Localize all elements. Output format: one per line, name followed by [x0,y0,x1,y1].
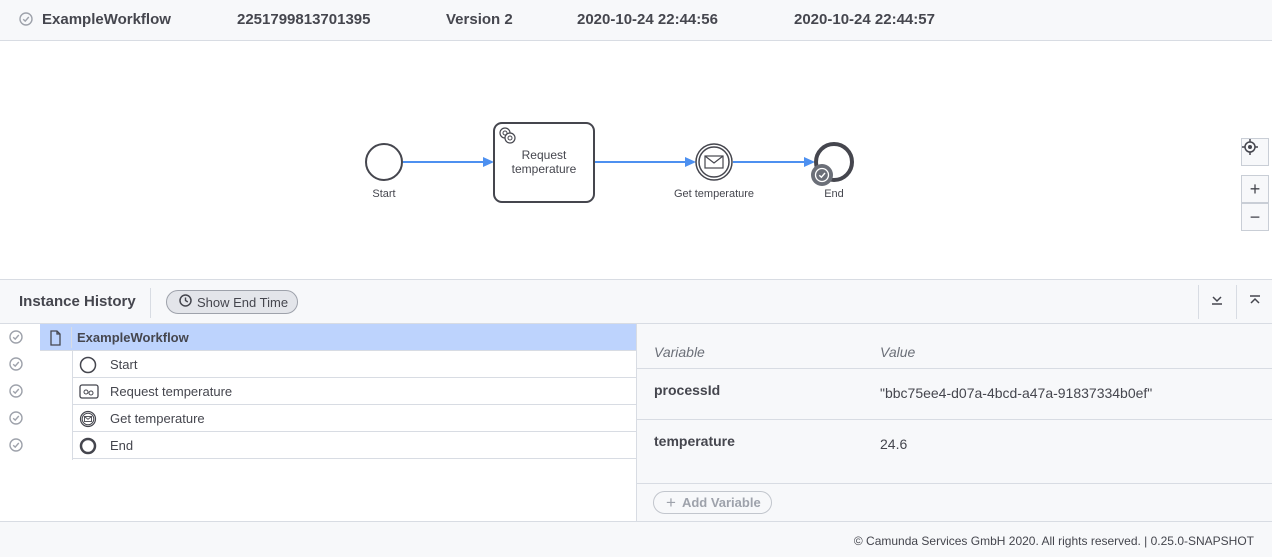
completed-state-icon [9,411,23,430]
expand-panel-button[interactable] [1236,285,1272,319]
start-event[interactable] [365,143,403,181]
variables-panel: Variable Value processId "bbc75ee4-d07a-… [637,324,1272,521]
end-event-icon [79,437,97,460]
reset-diagram-button[interactable] [1241,138,1269,166]
instance-header: ExampleWorkflow 2251799813701395 Version… [0,0,1272,41]
show-end-time-button[interactable]: Show End Time [166,290,298,314]
copyright-text: © Camunda Services GmbH 2020. All rights… [853,534,1254,548]
variable-name: processId [654,382,721,398]
workflow-version: Version 2 [446,11,513,28]
tree-row-task[interactable]: Request temperature [0,378,636,405]
add-variable-label: Add Variable [681,495,761,510]
instance-history-tree: ExampleWorkflow Start Request temperatur… [0,324,637,521]
start-date: 2020-10-24 22:44:56 [577,11,718,28]
tree-node-label: Get temperature [110,411,205,426]
instance-id: 2251799813701395 [237,11,371,28]
tree-node-label: Request temperature [110,384,233,399]
instance-history-header: Instance History Show End Time [0,279,1272,324]
tree-node-message[interactable]: Get temperature [73,405,636,432]
variable-name: temperature [654,433,735,449]
page-footer: © Camunda Services GmbH 2020. All rights… [0,521,1272,557]
tree-row-message[interactable]: Get temperature [0,405,636,432]
service-task-label-line1: Request [522,148,567,162]
completed-state-icon [9,357,23,376]
expand-up-icon [1249,293,1261,311]
tree-node-end[interactable]: End [73,432,636,459]
plus-icon: + [666,493,676,512]
sequence-flow [733,157,815,167]
tree-node-label: Start [110,357,138,372]
workflow-name: ExampleWorkflow [42,11,171,28]
variable-row: temperature 24.6 [637,419,1272,470]
tree-row-workflow[interactable]: ExampleWorkflow [0,324,636,351]
end-event-label: End [824,188,844,200]
collapse-panel-button[interactable] [1198,285,1234,319]
tree-node-workflow[interactable]: ExampleWorkflow [40,324,636,351]
envelope-icon [704,155,724,169]
zoom-in-button[interactable]: + [1241,175,1269,203]
divider [71,327,72,348]
divider [150,288,151,318]
tree-row-end[interactable]: End [0,432,636,459]
document-icon [46,329,64,352]
bpmn-diagram[interactable]: Start Request temperature Get temperatur… [0,41,1272,279]
variables-table-header: Variable Value [637,324,1272,368]
tree-node-label: End [110,438,134,453]
zoom-out-button[interactable]: − [1241,203,1269,231]
task-icon [79,384,99,404]
start-event-icon [79,356,97,379]
sequence-flow [403,157,494,167]
completed-state-icon [19,12,33,31]
tree-node-start[interactable]: Start [73,351,636,378]
end-date: 2020-10-24 22:44:57 [794,11,935,28]
service-task-label-line2: temperature [512,162,577,176]
start-event-label: Start [372,188,395,200]
add-variable-button[interactable]: + Add Variable [653,491,772,514]
message-event-icon [79,410,97,433]
completed-state-icon [9,438,23,457]
tree-node-task[interactable]: Request temperature [73,378,636,405]
sequence-flow [595,157,696,167]
variables-footer: + Add Variable [637,483,1272,521]
message-catch-event[interactable] [695,143,733,181]
completed-badge-icon [811,164,833,186]
tree-node-label: ExampleWorkflow [77,330,189,345]
completed-state-icon [9,330,23,349]
tree-row-start[interactable]: Start [0,351,636,378]
completed-state-icon [9,384,23,403]
variable-value: 24.6 [880,436,908,452]
message-event-label: Get temperature [674,188,754,200]
clock-icon [179,294,197,310]
column-header-value: Value [880,344,916,360]
variable-row: processId "bbc75ee4-d07a-4bcd-a47a-91837… [637,368,1272,419]
collapse-down-icon [1211,293,1223,311]
variable-value: "bbc75ee4-d07a-4bcd-a47a-91837334b0ef" [880,385,1153,401]
instance-history-title: Instance History [19,293,136,310]
column-header-variable: Variable [654,344,705,360]
show-end-time-label: Show End Time [197,294,289,310]
